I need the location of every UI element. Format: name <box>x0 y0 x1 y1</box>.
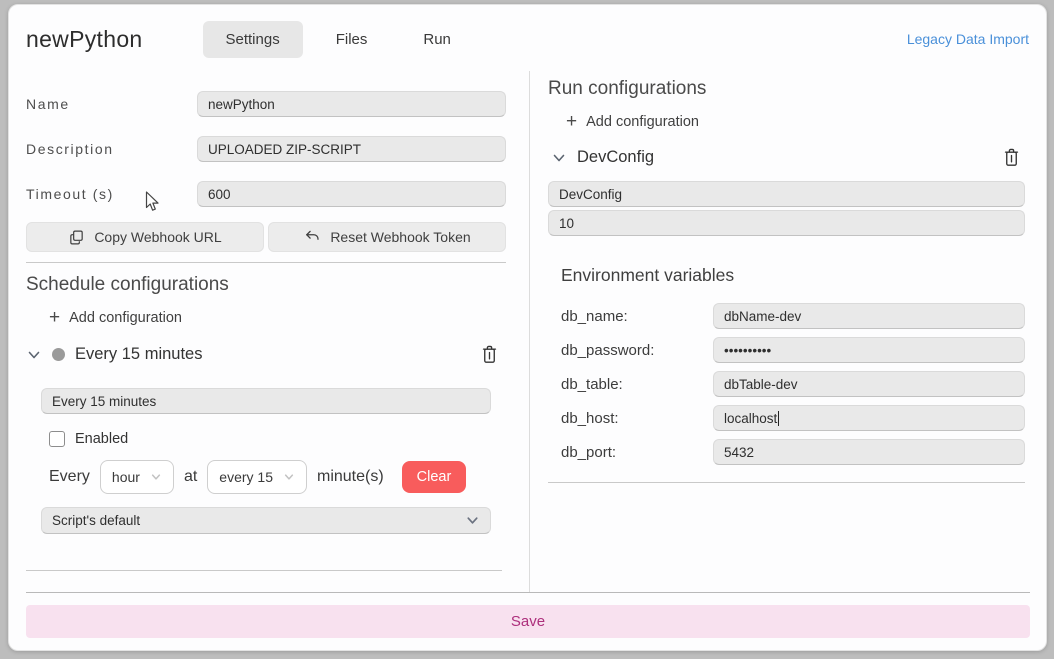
db-table-input[interactable]: dbTable-dev <box>713 371 1025 397</box>
run-config-name-input[interactable]: DevConfig <box>548 181 1025 207</box>
webhook-buttons: Copy Webhook URL Reset Webhook Token <box>26 222 506 252</box>
copy-icon <box>68 229 85 246</box>
name-input[interactable]: newPython <box>197 91 506 117</box>
timeout-input[interactable]: 600 <box>197 181 506 207</box>
env-var-label: db_port: <box>548 444 713 461</box>
delete-schedule-trash-icon[interactable] <box>480 344 499 365</box>
cron-settings-row: Every hour at every 15 minute(s) Clear <box>49 460 506 494</box>
cron-minute-select[interactable]: every 15 <box>207 460 307 494</box>
copy-webhook-url-label: Copy Webhook URL <box>94 229 221 245</box>
legacy-data-import-link[interactable]: Legacy Data Import <box>907 31 1029 47</box>
enabled-checkbox[interactable] <box>49 431 65 447</box>
page-title: newPython <box>26 26 143 53</box>
db-table-value: dbTable-dev <box>724 377 798 392</box>
minutes-label: minute(s) <box>317 468 384 486</box>
chevron-down-icon <box>283 471 295 483</box>
db-name-input[interactable]: dbName-dev <box>713 303 1025 329</box>
run-configurations-panel: Run configurations + Add configuration D… <box>548 71 1025 483</box>
environment-variables-heading: Environment variables <box>561 265 1025 286</box>
chevron-down-icon[interactable] <box>26 347 42 363</box>
env-var-label: db_host: <box>548 410 713 427</box>
cron-minute-value: every 15 <box>219 469 273 485</box>
tab-run[interactable]: Run <box>400 21 474 58</box>
schedule-bottom-divider <box>26 570 502 571</box>
env-var-row: db_table: dbTable-dev <box>548 371 1025 397</box>
run-config-title: DevConfig <box>577 148 654 167</box>
runtime-select-value: Script's default <box>52 513 140 528</box>
schedule-name-input-value: Every 15 minutes <box>52 394 156 409</box>
add-run-configuration-label: Add configuration <box>586 114 699 130</box>
cron-unit-value: hour <box>112 469 140 485</box>
text-caret <box>778 411 779 426</box>
timeout-field-row: Timeout (s) 600 <box>26 181 506 207</box>
schedule-config-header: Every 15 minutes <box>26 344 506 365</box>
db-port-input[interactable]: 5432 <box>713 439 1025 465</box>
run-config-timeout-value: 10 <box>559 216 574 231</box>
db-host-value: localhost <box>724 411 777 426</box>
header: newPython Settings Files Run Legacy Data… <box>26 18 1029 60</box>
add-schedule-configuration-button[interactable]: + Add configuration <box>49 308 506 327</box>
settings-divider <box>26 262 506 263</box>
reset-webhook-token-button[interactable]: Reset Webhook Token <box>268 222 506 252</box>
enabled-checkbox-label: Enabled <box>75 431 128 447</box>
chevron-down-icon <box>465 513 480 528</box>
run-config-name-value: DevConfig <box>559 187 622 202</box>
add-run-configuration-button[interactable]: + Add configuration <box>566 112 1025 131</box>
db-port-value: 5432 <box>724 445 754 460</box>
chevron-down-icon <box>150 471 162 483</box>
tab-files[interactable]: Files <box>313 21 391 58</box>
description-input[interactable]: UPLOADED ZIP-SCRIPT <box>197 136 506 162</box>
name-field-row: Name newPython <box>26 91 506 117</box>
reset-webhook-token-label: Reset Webhook Token <box>330 229 470 245</box>
enabled-checkbox-row: Enabled <box>49 431 506 447</box>
schedule-status-dot <box>52 348 65 361</box>
undo-arrow-icon <box>303 228 321 246</box>
name-input-value: newPython <box>208 97 275 112</box>
db-password-value: •••••••••• <box>724 343 771 358</box>
chevron-down-icon[interactable] <box>551 150 567 166</box>
clear-button[interactable]: Clear <box>402 461 467 493</box>
tab-settings[interactable]: Settings <box>203 21 303 58</box>
runtime-select[interactable]: Script's default <box>41 507 491 534</box>
env-var-label: db_table: <box>548 376 713 393</box>
settings-panel: Name newPython Description UPLOADED ZIP-… <box>26 71 506 571</box>
run-config-bottom-divider <box>548 482 1025 483</box>
timeout-field-label: Timeout (s) <box>26 186 197 202</box>
env-var-label: db_password: <box>548 342 713 359</box>
every-label: Every <box>49 468 90 486</box>
env-var-row: db_port: 5432 <box>548 439 1025 465</box>
db-host-input[interactable]: localhost <box>713 405 1025 431</box>
run-configurations-heading: Run configurations <box>548 78 1025 100</box>
footer-divider <box>26 592 1030 593</box>
at-label: at <box>184 468 197 486</box>
copy-webhook-url-button[interactable]: Copy Webhook URL <box>26 222 264 252</box>
env-var-row: db_password: •••••••••• <box>548 337 1025 363</box>
tab-bar: Settings Files Run <box>203 21 474 58</box>
description-input-value: UPLOADED ZIP-SCRIPT <box>208 142 361 157</box>
db-name-value: dbName-dev <box>724 309 801 324</box>
plus-icon: + <box>566 112 577 131</box>
run-config-timeout-input[interactable]: 10 <box>548 210 1025 236</box>
add-schedule-configuration-label: Add configuration <box>69 310 182 326</box>
schedule-config-title: Every 15 minutes <box>75 345 202 364</box>
env-var-label: db_name: <box>548 308 713 325</box>
schedule-configurations-heading: Schedule configurations <box>26 274 506 296</box>
name-field-label: Name <box>26 96 197 112</box>
env-var-row: db_name: dbName-dev <box>548 303 1025 329</box>
schedule-name-input[interactable]: Every 15 minutes <box>41 388 491 414</box>
db-password-input[interactable]: •••••••••• <box>713 337 1025 363</box>
panel-divider <box>529 71 530 592</box>
delete-run-config-trash-icon[interactable] <box>1002 147 1021 168</box>
app-card: newPython Settings Files Run Legacy Data… <box>8 4 1047 651</box>
run-config-header: DevConfig <box>548 147 1025 168</box>
plus-icon: + <box>49 308 60 327</box>
env-var-row: db_host: localhost <box>548 405 1025 431</box>
cron-unit-select[interactable]: hour <box>100 460 174 494</box>
description-field-row: Description UPLOADED ZIP-SCRIPT <box>26 136 506 162</box>
save-button[interactable]: Save <box>26 605 1030 638</box>
description-field-label: Description <box>26 141 197 157</box>
timeout-input-value: 600 <box>208 187 231 202</box>
